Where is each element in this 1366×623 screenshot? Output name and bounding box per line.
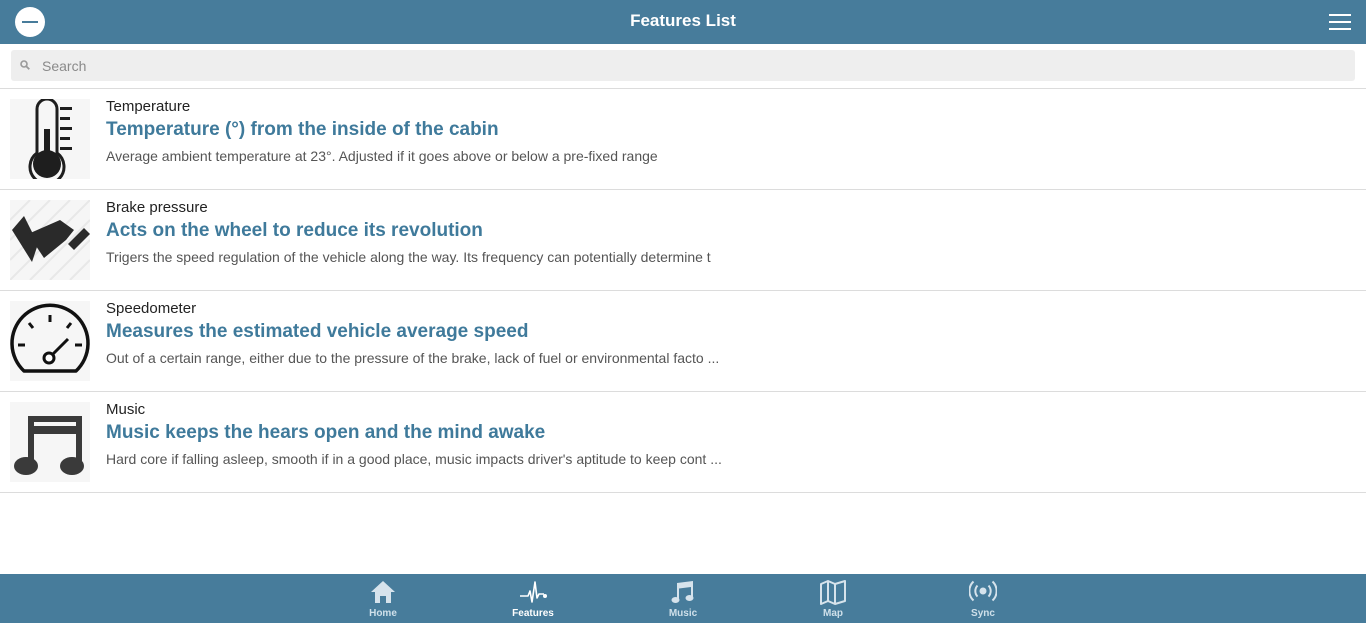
- hamburger-line: [1329, 14, 1351, 16]
- tab-label: Music: [668, 608, 698, 619]
- item-title: Acts on the wheel to reduce its revoluti…: [106, 220, 483, 241]
- home-icon: [371, 581, 395, 603]
- search-input[interactable]: [42, 50, 1342, 81]
- music-icon: [671, 581, 694, 603]
- item-description: Average ambient temperature at 23°. Adju…: [106, 148, 658, 164]
- thumbnail: [10, 301, 90, 381]
- pulse-icon: [520, 581, 547, 603]
- thumbnail: [10, 200, 90, 280]
- search-icon: [20, 60, 30, 70]
- map-icon: [820, 580, 846, 605]
- music-note-icon: [14, 416, 84, 475]
- item-title: Temperature (°) from the inside of the c…: [106, 119, 499, 140]
- tab-music[interactable]: Music: [643, 574, 723, 623]
- item-category: Temperature: [106, 98, 191, 115]
- item-description: Hard core if falling asleep, smooth if i…: [106, 451, 722, 467]
- tab-map[interactable]: Map: [793, 574, 873, 623]
- item-category: Music: [106, 401, 146, 418]
- tab-home[interactable]: Home: [343, 574, 423, 623]
- thermometer-icon: [28, 99, 72, 179]
- list-item[interactable]: Music Music keeps the hears open and the…: [0, 392, 1366, 493]
- item-title: Music keeps the hears open and the mind …: [106, 422, 546, 443]
- speedometer-icon: [10, 303, 90, 373]
- thumbnail: [10, 99, 90, 179]
- item-description: Out of a certain range, either due to th…: [106, 350, 720, 366]
- item-title: Measures the estimated vehicle average s…: [106, 321, 529, 342]
- features-list: Temperature Temperature (°) from the ins…: [0, 89, 1366, 493]
- tab-label: Features: [512, 608, 554, 619]
- page-title: Features List: [630, 11, 736, 30]
- tab-label: Sync: [971, 608, 995, 619]
- brake-pedal-icon: [10, 200, 90, 280]
- tab-sync[interactable]: Sync: [943, 574, 1023, 623]
- item-category: Speedometer: [106, 300, 197, 317]
- list-item[interactable]: Speedometer Measures the estimated vehic…: [0, 291, 1366, 392]
- tab-label: Home: [369, 608, 397, 619]
- item-description: Trigers the speed regulation of the vehi…: [106, 249, 711, 265]
- bottom-nav: Home Features Music Map Sync: [0, 574, 1366, 623]
- tab-label: Map: [823, 608, 843, 619]
- app-root: Features List Search Temperature Tempera…: [0, 0, 1366, 623]
- header-bar: Features List: [0, 0, 1366, 44]
- hamburger-line: [1329, 28, 1351, 30]
- thumbnail: [10, 402, 90, 482]
- list-item[interactable]: Brake pressure Acts on the wheel to redu…: [0, 190, 1366, 291]
- hamburger-line: [1329, 21, 1351, 23]
- tab-features[interactable]: Features: [493, 574, 573, 623]
- search-box: [11, 50, 1355, 81]
- broadcast-icon: [969, 580, 997, 602]
- list-item[interactable]: Temperature Temperature (°) from the ins…: [0, 89, 1366, 190]
- search-bar: [0, 44, 1366, 89]
- menu-button[interactable]: [1329, 14, 1351, 30]
- item-category: Brake pressure: [106, 199, 208, 216]
